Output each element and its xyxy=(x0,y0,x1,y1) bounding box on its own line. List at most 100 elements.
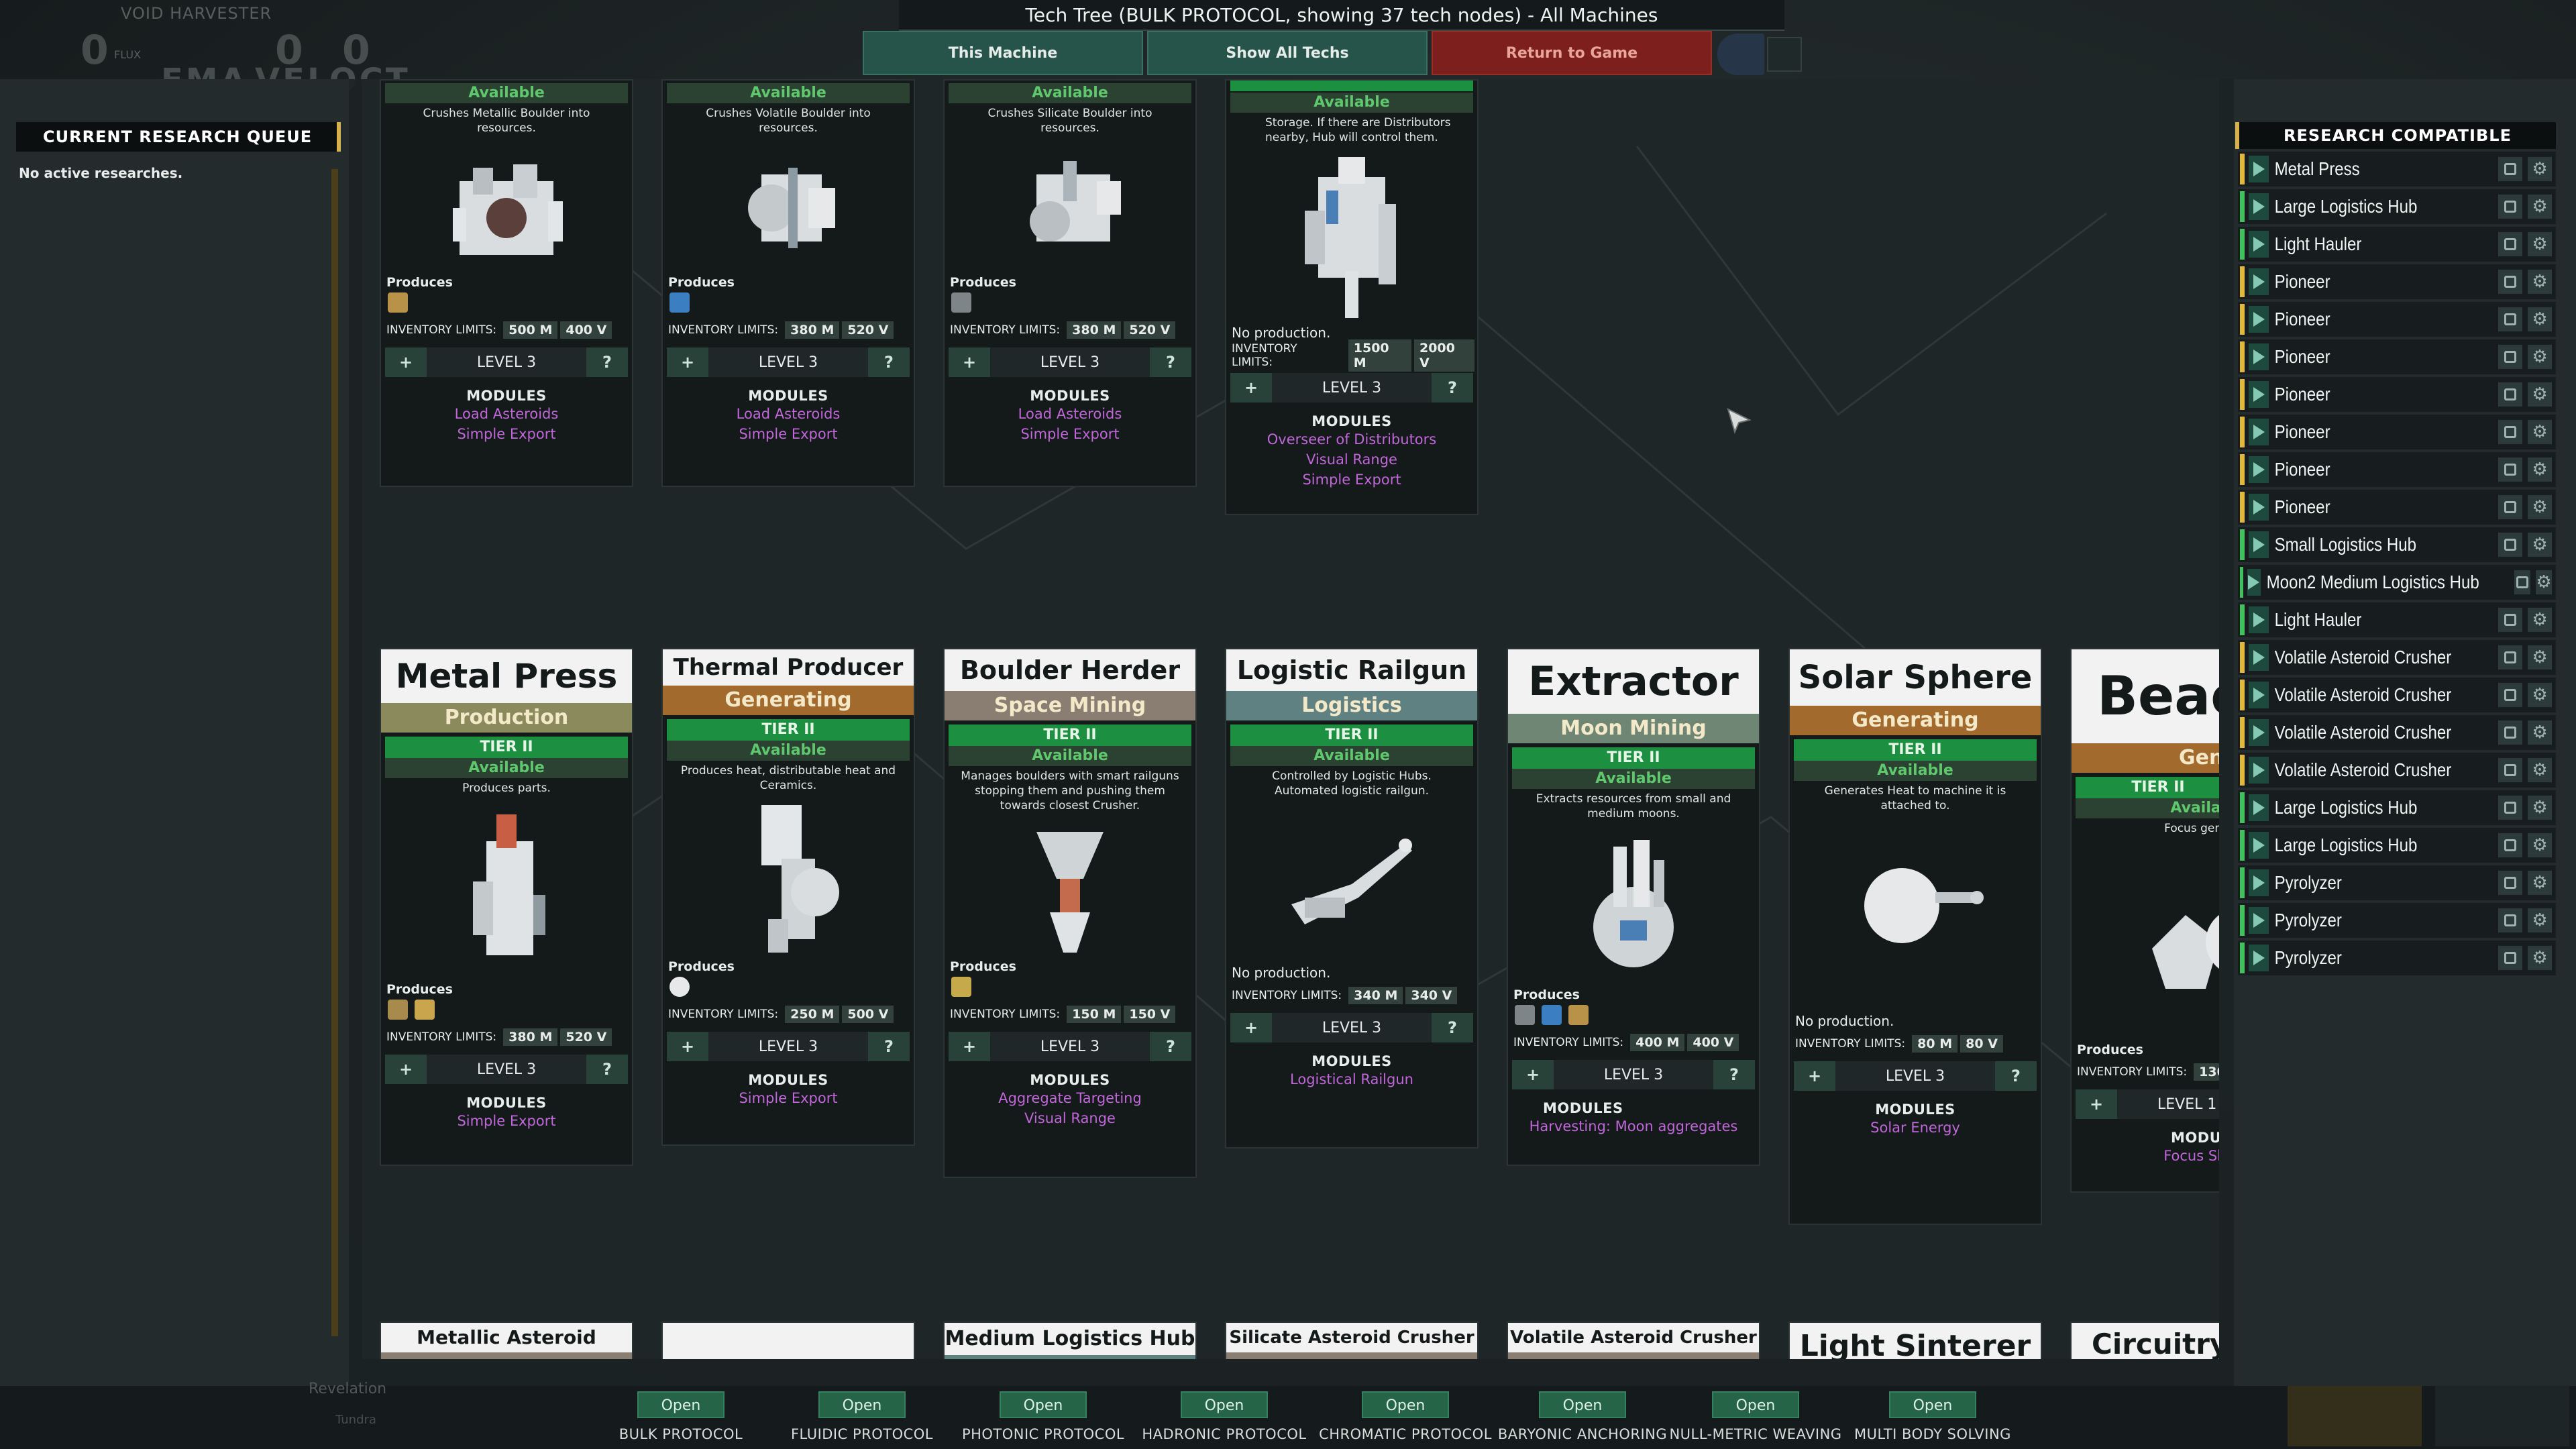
tech-card-boulder-herder[interactable]: Boulder Herder Space Mining TIER II Avai… xyxy=(943,648,1197,1178)
open-protocol-button[interactable]: Open xyxy=(1889,1391,1976,1418)
play-icon[interactable] xyxy=(2249,268,2269,295)
research-compatible-item[interactable]: Light Hauler ⚙ xyxy=(2238,602,2556,637)
research-compatible-item[interactable]: Volatile Asteroid Crusher ⚙ xyxy=(2238,715,2556,750)
research-compatible-item[interactable]: Pioneer ⚙ xyxy=(2238,452,2556,487)
research-compatible-item[interactable]: Small Logistics Hub ⚙ xyxy=(2238,527,2556,562)
help-button[interactable]: ? xyxy=(1431,1013,1473,1042)
tech-card-light-sinterer[interactable]: Light Sinterer xyxy=(1788,1322,2042,1359)
play-icon[interactable] xyxy=(2249,531,2269,558)
focus-icon[interactable] xyxy=(2498,495,2522,519)
focus-icon[interactable] xyxy=(2498,458,2522,482)
help-button[interactable]: ? xyxy=(1713,1060,1755,1089)
help-button[interactable]: ? xyxy=(586,347,628,377)
module-link[interactable]: Simple Export xyxy=(1226,470,1477,490)
research-compatible-item[interactable]: Volatile Asteroid Crusher ⚙ xyxy=(2238,753,2556,788)
module-link[interactable]: Load Asteroids xyxy=(945,404,1195,424)
level-up-button[interactable]: + xyxy=(2076,1089,2117,1119)
play-icon[interactable] xyxy=(2249,644,2269,671)
play-icon[interactable] xyxy=(2249,231,2269,258)
focus-icon[interactable] xyxy=(2498,307,2522,331)
research-compatible-item[interactable]: Pioneer ⚙ xyxy=(2238,302,2556,337)
play-icon[interactable] xyxy=(2249,343,2269,370)
focus-icon[interactable] xyxy=(2498,420,2522,444)
play-icon[interactable] xyxy=(2249,907,2269,934)
module-link[interactable]: Solar Energy xyxy=(1790,1118,2041,1138)
open-protocol-button[interactable]: Open xyxy=(818,1391,906,1418)
tech-card-logistics-hub[interactable]: Available Storage. If there are Distribu… xyxy=(1225,79,1479,515)
module-link[interactable]: Simple Export xyxy=(663,424,914,444)
play-icon[interactable] xyxy=(2249,381,2269,408)
module-link[interactable]: Focus Shar xyxy=(2072,1146,2219,1166)
tech-card-solar-sphere[interactable]: Solar Sphere Generating TIER II Availabl… xyxy=(1788,648,2042,1225)
level-up-button[interactable]: + xyxy=(949,347,990,377)
level-up-button[interactable]: + xyxy=(1794,1061,1835,1091)
gear-icon[interactable]: ⚙ xyxy=(2528,720,2552,745)
focus-icon[interactable] xyxy=(2498,946,2522,970)
research-compatible-item[interactable]: Large Logistics Hub ⚙ xyxy=(2238,828,2556,863)
play-icon[interactable] xyxy=(2249,306,2269,333)
gear-icon[interactable]: ⚙ xyxy=(2528,608,2552,632)
play-icon[interactable] xyxy=(2249,456,2269,483)
module-link[interactable]: Harvesting: Moon aggregates xyxy=(1508,1116,1759,1136)
this-machine-button[interactable]: This Machine xyxy=(863,31,1143,75)
play-icon[interactable] xyxy=(2249,832,2269,859)
gear-icon[interactable]: ⚙ xyxy=(2528,420,2552,444)
gear-icon[interactable]: ⚙ xyxy=(2528,195,2552,219)
open-protocol-button[interactable]: Open xyxy=(1712,1391,1799,1418)
tech-card-metallic-asteroid-crusher[interactable]: Metallic Asteroid Crusher xyxy=(380,1322,633,1359)
open-protocol-button[interactable]: Open xyxy=(637,1391,724,1418)
tech-card-metal-press[interactable]: Metal Press Production TIER II Available… xyxy=(380,648,633,1166)
module-link[interactable]: Overseer of Distributors xyxy=(1226,429,1477,449)
help-button[interactable]: ? xyxy=(1431,373,1473,402)
help-button[interactable]: ? xyxy=(867,1032,910,1061)
help-button[interactable]: ? xyxy=(867,347,910,377)
gear-icon[interactable]: ⚙ xyxy=(2536,570,2552,594)
research-compatible-item[interactable]: Pioneer ⚙ xyxy=(2238,415,2556,449)
research-compatible-item[interactable]: Metal Press ⚙ xyxy=(2238,152,2556,186)
gear-icon[interactable]: ⚙ xyxy=(2528,645,2552,669)
help-button[interactable]: ? xyxy=(586,1055,628,1084)
research-compatible-item[interactable]: Pyrolyzer ⚙ xyxy=(2238,903,2556,938)
module-link[interactable]: Simple Export xyxy=(663,1088,914,1108)
gear-icon[interactable]: ⚙ xyxy=(2528,833,2552,857)
gear-icon[interactable]: ⚙ xyxy=(2528,796,2552,820)
tech-card-extractor[interactable]: Extractor Moon Mining TIER II Available … xyxy=(1507,648,1760,1166)
tech-card-hidden[interactable] xyxy=(661,1322,915,1359)
level-up-button[interactable]: + xyxy=(385,347,427,377)
focus-icon[interactable] xyxy=(2514,570,2531,594)
focus-icon[interactable] xyxy=(2498,796,2522,820)
tech-card-silicate-asteroid-crusher[interactable]: Silicate Asteroid Crusher xyxy=(1225,1322,1479,1359)
gear-icon[interactable]: ⚙ xyxy=(2528,758,2552,782)
help-button[interactable]: ? xyxy=(1149,347,1191,377)
help-button[interactable]: ? xyxy=(1994,1061,2037,1091)
level-up-button[interactable]: + xyxy=(1512,1060,1554,1089)
play-icon[interactable] xyxy=(2249,869,2269,896)
open-protocol-button[interactable]: Open xyxy=(1000,1391,1087,1418)
research-compatible-item[interactable]: Moon2 Medium Logistics Hub ⚙ xyxy=(2238,565,2556,600)
focus-icon[interactable] xyxy=(2498,232,2522,256)
open-protocol-button[interactable]: Open xyxy=(1181,1391,1268,1418)
gear-icon[interactable]: ⚙ xyxy=(2528,683,2552,707)
tech-card-metallic-crusher[interactable]: Available Crushes Metallic Boulder into … xyxy=(380,79,633,487)
play-icon[interactable] xyxy=(2249,156,2269,182)
tech-card-medium-logistics-hub[interactable]: Medium Logistics Hub xyxy=(943,1322,1197,1359)
tech-card-beacon[interactable]: Beac Generat TIER II Availabl Focus gene… xyxy=(2070,648,2219,1193)
level-up-button[interactable]: + xyxy=(385,1055,427,1084)
focus-icon[interactable] xyxy=(2498,382,2522,407)
gear-icon[interactable]: ⚙ xyxy=(2528,908,2552,932)
research-compatible-item[interactable]: Pyrolyzer ⚙ xyxy=(2238,941,2556,975)
focus-icon[interactable] xyxy=(2498,608,2522,632)
play-icon[interactable] xyxy=(2249,494,2269,521)
module-link[interactable]: Simple Export xyxy=(381,1111,632,1131)
queue-scrollbar[interactable] xyxy=(331,169,338,1336)
help-button[interactable]: ? xyxy=(1149,1032,1191,1061)
gear-icon[interactable]: ⚙ xyxy=(2528,307,2552,331)
level-up-button[interactable]: + xyxy=(667,347,708,377)
gear-icon[interactable]: ⚙ xyxy=(2528,533,2552,557)
gear-icon[interactable]: ⚙ xyxy=(2528,946,2552,970)
gear-icon[interactable]: ⚙ xyxy=(2528,458,2552,482)
tech-card-circuitry[interactable]: Circuitry I xyxy=(2070,1322,2219,1359)
focus-icon[interactable] xyxy=(2498,345,2522,369)
focus-icon[interactable] xyxy=(2498,758,2522,782)
research-compatible-item[interactable]: Pioneer ⚙ xyxy=(2238,377,2556,412)
